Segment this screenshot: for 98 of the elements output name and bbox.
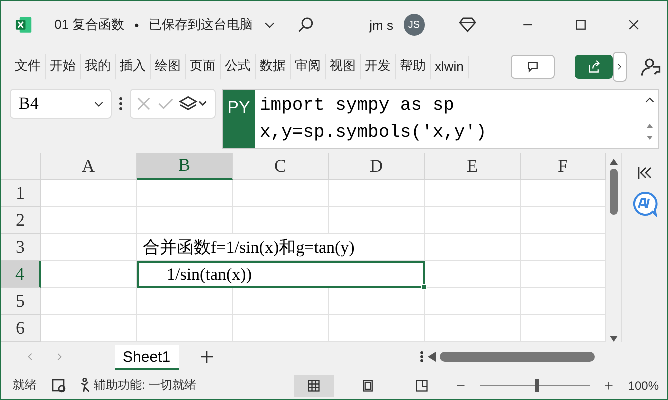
grid-cell[interactable] — [425, 207, 521, 234]
grid-cell[interactable] — [137, 180, 233, 207]
maximize-icon[interactable] — [574, 18, 588, 32]
grid-cell[interactable] — [41, 288, 137, 315]
selected-cell[interactable]: 1/sin(tan(x)) — [137, 261, 425, 288]
share-button[interactable] — [575, 55, 613, 79]
diamond-icon[interactable] — [458, 16, 476, 34]
ribbon-tab[interactable]: 帮助 — [396, 54, 431, 80]
grid-cell[interactable] — [233, 180, 329, 207]
scroll-left-icon — [428, 352, 436, 362]
page-icon — [361, 378, 376, 392]
scroll-up-icon — [610, 159, 618, 165]
ribbon-tab[interactable]: 页面 — [186, 54, 221, 80]
ribbon-tab[interactable]: xlwin — [431, 56, 469, 78]
row-header[interactable]: 3 — [1, 234, 41, 261]
cell-text: 合并函数f=1/sin(x)和g=tan(y) — [143, 236, 355, 258]
ribbon-tab[interactable]: 审阅 — [291, 54, 326, 80]
status-text: 就绪 — [13, 377, 37, 394]
grid-cell[interactable] — [41, 207, 137, 234]
grid-cell[interactable] — [137, 315, 233, 342]
select-all-corner[interactable] — [1, 153, 41, 180]
layers-chevron-icon[interactable] — [179, 95, 209, 113]
search-icon[interactable] — [296, 16, 314, 34]
row-header[interactable]: 2 — [1, 207, 41, 234]
row-header[interactable]: 6 — [1, 315, 41, 342]
comment-icon — [526, 60, 540, 74]
grid-cell[interactable] — [41, 261, 137, 288]
grid-cell[interactable] — [329, 315, 425, 342]
ribbon-tab[interactable]: 绘图 — [151, 54, 186, 80]
grid-cell[interactable] — [329, 207, 425, 234]
ribbon-tab[interactable]: 文件 — [11, 54, 46, 80]
share-icon — [587, 60, 601, 74]
column-header[interactable]: D — [329, 153, 425, 180]
grid-cell[interactable] — [233, 207, 329, 234]
view-button[interactable] — [294, 374, 334, 396]
person-icon[interactable] — [641, 57, 661, 77]
code-line: x,y=sp.symbols('x,y') — [260, 122, 488, 145]
cancel-icon[interactable] — [135, 95, 153, 113]
python-badge: PY — [223, 90, 255, 148]
collapse-pane-icon[interactable] — [636, 165, 654, 181]
chevron-right-icon — [616, 62, 624, 72]
grid-cell[interactable] — [425, 180, 521, 207]
sheet-tab[interactable]: Sheet1 — [115, 344, 179, 370]
macro-record-icon — [51, 378, 67, 394]
more-icon — [420, 350, 424, 364]
grid-cell[interactable] — [41, 315, 137, 342]
row-header[interactable]: 1 — [1, 180, 41, 207]
comments-button[interactable] — [511, 55, 555, 79]
ribbon-tab[interactable]: 公式 — [221, 54, 256, 80]
ribbon-tab[interactable]: 视图 — [326, 54, 361, 80]
save-status[interactable]: 已保存到这台电脑 — [149, 16, 254, 34]
accessibility-icon — [81, 378, 90, 393]
user-name[interactable]: jm s — [370, 18, 394, 32]
row-header[interactable]: 5 — [1, 288, 41, 315]
code-line: import sympy as sp — [260, 95, 456, 118]
grid-cell[interactable] — [137, 207, 233, 234]
scroll-thumb[interactable] — [440, 352, 595, 362]
grid-cell[interactable] — [41, 234, 137, 261]
zoom-level[interactable]: 100% — [628, 378, 659, 392]
fill-handle[interactable] — [421, 284, 427, 290]
grid-cell[interactable] — [233, 315, 329, 342]
ribbon-tab[interactable]: 数据 — [256, 54, 291, 80]
add-sheet-icon[interactable] — [198, 349, 215, 365]
column-header[interactable]: B — [137, 153, 233, 180]
row-header[interactable]: 4 — [1, 261, 41, 288]
file-name[interactable]: 01 复合函数 — [54, 16, 125, 34]
column-header[interactable]: A — [41, 153, 137, 180]
grid-icon — [307, 378, 322, 392]
page-break-icon — [415, 378, 430, 392]
grid-cell[interactable] — [425, 288, 521, 315]
separator-dot: • — [134, 18, 140, 32]
ribbon-tab[interactable]: 插入 — [116, 54, 151, 80]
spreadsheet-logo-icon — [15, 16, 33, 34]
scroll-thumb[interactable] — [610, 169, 618, 215]
column-header[interactable]: C — [233, 153, 329, 180]
grid-cell[interactable] — [41, 180, 137, 207]
ai-assistant-icon[interactable] — [632, 191, 658, 217]
scroll-down-icon — [610, 336, 618, 342]
user-avatar[interactable]: JS — [404, 14, 426, 36]
grid-cell[interactable] — [425, 234, 521, 261]
accessibility-status[interactable]: 辅助功能: 一切就绪 — [81, 377, 197, 394]
grid-cell[interactable] — [425, 261, 521, 288]
ribbon-tab[interactable]: 我的 — [81, 54, 116, 80]
grid-cell[interactable] — [329, 180, 425, 207]
name-box[interactable]: B4 — [10, 89, 112, 119]
grid-cell[interactable] — [233, 288, 329, 315]
grid-cell[interactable] — [425, 315, 521, 342]
ribbon-tab[interactable]: 开发 — [361, 54, 396, 80]
grid-cell[interactable] — [137, 288, 233, 315]
column-header[interactable]: F — [521, 153, 606, 180]
cell-text: 1/sin(tan(x)) — [167, 264, 252, 284]
grid-cell[interactable] — [329, 288, 425, 315]
grid-cell[interactable]: 合并函数f=1/sin(x)和g=tan(y) — [137, 234, 425, 261]
column-header[interactable]: E — [425, 153, 521, 180]
zoom-in-icon[interactable] — [604, 380, 614, 390]
ribbon-tab[interactable]: 开始 — [46, 54, 81, 80]
close-icon[interactable] — [626, 18, 640, 32]
formula-field[interactable]: PY import sympy as sp x,y=sp.symbols('x,y') — [222, 89, 659, 149]
